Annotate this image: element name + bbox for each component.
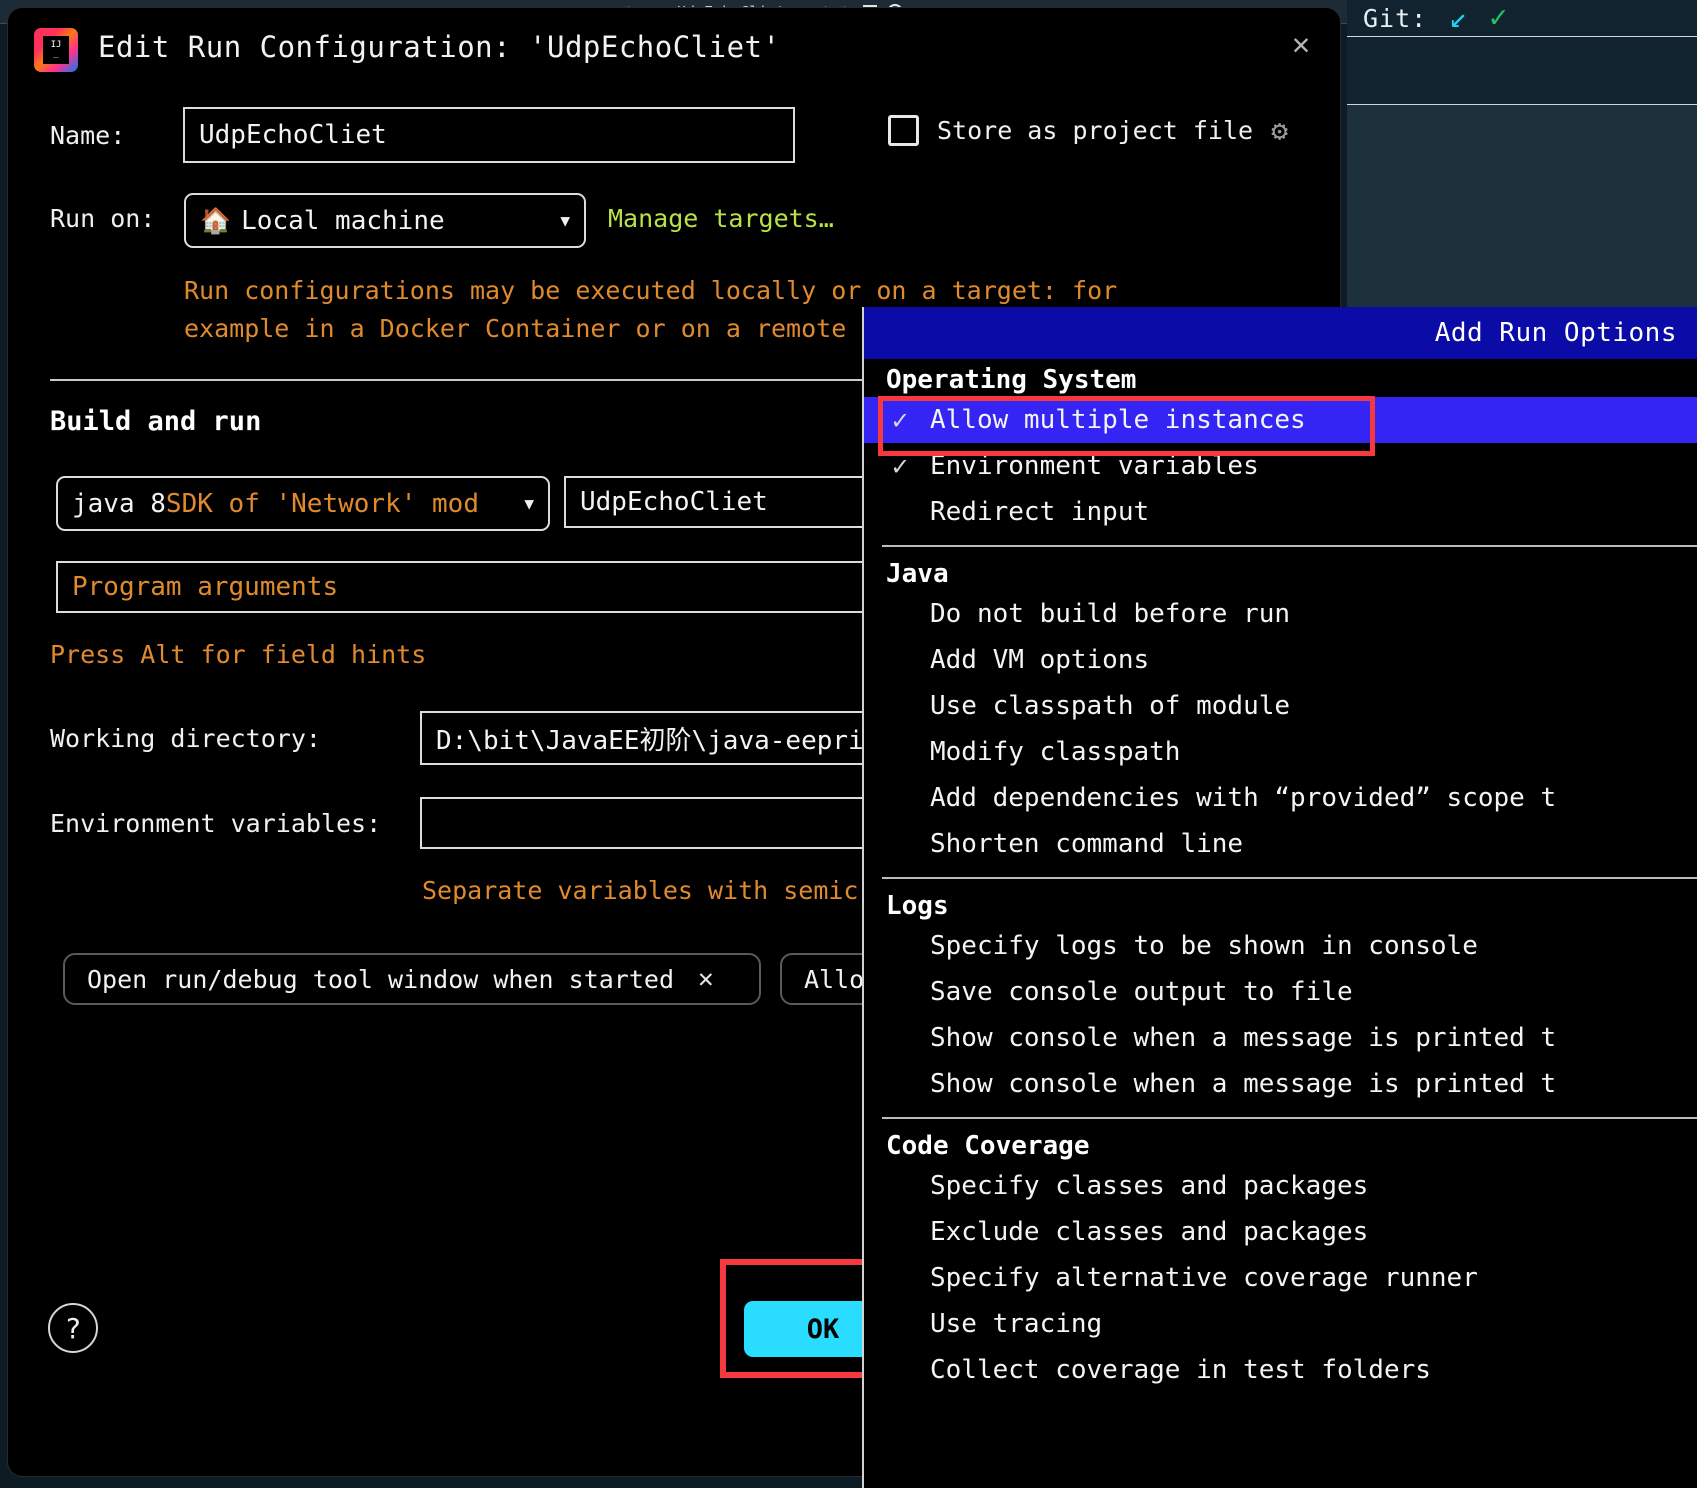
menu-item[interactable]: ✓ Modify classpath <box>864 729 1697 775</box>
menu-item-label: Specify logs to be shown in console <box>930 931 1478 961</box>
check-icon-placeholder: ✓ <box>886 497 914 528</box>
menu-item[interactable]: ✓ Redirect input <box>864 489 1697 535</box>
check-icon-placeholder: ✓ <box>886 691 914 722</box>
sdk-value-suffix: SDK of 'Network' mod <box>165 488 479 519</box>
menu-item[interactable]: ✓ Exclude classes and packages <box>864 1209 1697 1255</box>
git-status-bar: Git: ↙ ✓ <box>1347 0 1697 37</box>
add-run-options-menu: Add Run Options Operating System ✓ Allow m… <box>862 307 1697 1488</box>
alt-field-hints-text: Press Alt for field hints <box>50 640 427 669</box>
home-icon: 🏠 <box>200 205 232 235</box>
check-icon-placeholder: ✓ <box>886 1309 914 1340</box>
manage-targets-link[interactable]: Manage targets… <box>608 204 834 233</box>
run-config-description-line2: example in a Docker Container or on a re… <box>184 314 847 343</box>
menu-item[interactable]: ✓ Do not build before run <box>864 591 1697 637</box>
check-icon-placeholder: ✓ <box>886 1263 914 1294</box>
menu-group-title-operating-system: Operating System <box>886 365 1137 395</box>
help-button[interactable]: ? <box>48 1303 98 1353</box>
menu-item-label: Exclude classes and packages <box>930 1217 1369 1247</box>
run-on-label: Run on: <box>50 204 156 233</box>
build-and-run-section-title: Build and run <box>50 406 262 437</box>
add-run-options-menu-body: Operating System ✓ Allow multiple instance… <box>864 359 1697 1393</box>
menu-separator <box>882 1117 1697 1119</box>
allow-multiple-instances-highlight-annotation <box>878 396 1375 456</box>
menu-item[interactable]: ✓ Collect coverage in test folders <box>864 1347 1697 1393</box>
add-run-options-menu-header: Add Run Options <box>864 307 1697 359</box>
menu-group-title-logs: Logs <box>886 891 949 921</box>
environment-variables-label: Environment variables: <box>50 809 382 838</box>
check-icon-placeholder: ✓ <box>886 1171 914 1202</box>
intellij-idea-logo: IJ _ <box>34 28 78 72</box>
menu-item[interactable]: ✓ Show console when a message is printed … <box>864 1015 1697 1061</box>
run-on-dropdown[interactable]: 🏠 Local machine ▼ <box>184 193 586 248</box>
check-icon-placeholder: ✓ <box>886 1217 914 1248</box>
chevron-down-icon: ▼ <box>560 211 570 230</box>
close-icon[interactable]: ✕ <box>698 964 714 994</box>
check-icon-placeholder: ✓ <box>886 829 914 860</box>
menu-item-label: Show console when a message is printed t <box>930 1069 1557 1099</box>
menu-item[interactable]: ✓ Add VM options <box>864 637 1697 683</box>
menu-item-label: Redirect input <box>930 497 1150 527</box>
check-icon[interactable]: ✓ <box>1489 3 1507 33</box>
git-label: Git: <box>1363 3 1428 33</box>
menu-item[interactable]: ✓ Show console when a message is printed … <box>864 1061 1697 1107</box>
menu-item-label: Add VM options <box>930 645 1150 675</box>
menu-group-title-code-coverage: Code Coverage <box>886 1131 1090 1161</box>
menu-item[interactable]: ✓ Specify classes and packages <box>864 1163 1697 1209</box>
menu-item-label: Specify classes and packages <box>930 1171 1369 1201</box>
menu-item-label: Collect coverage in test folders <box>930 1355 1431 1385</box>
option-chip-label: Open run/debug tool window when started <box>87 964 674 994</box>
menu-item[interactable]: ✓ Add dependencies with “provided” scope … <box>864 775 1697 821</box>
store-as-project-file-row[interactable]: Store as project file ⚙ <box>888 115 1297 146</box>
menu-item[interactable]: ✓ Save console output to file <box>864 969 1697 1015</box>
check-icon-placeholder: ✓ <box>886 783 914 814</box>
ide-panel-upper <box>1347 37 1697 105</box>
check-icon-placeholder: ✓ <box>886 1069 914 1100</box>
run-config-description-line1: Run configurations may be executed local… <box>184 276 1118 305</box>
check-icon-placeholder: ✓ <box>886 977 914 1008</box>
close-icon[interactable]: ✕ <box>1292 30 1310 60</box>
dialog-title: Edit Run Configuration: 'UdpEchoCliet' <box>98 30 781 64</box>
name-input[interactable]: UdpEchoCliet <box>183 107 795 163</box>
store-as-project-file-label: Store as project file <box>937 116 1254 145</box>
menu-separator <box>882 877 1697 879</box>
check-icon-placeholder: ✓ <box>886 645 914 676</box>
chevron-down-icon-sdk: ▼ <box>524 494 534 513</box>
menu-item[interactable]: ✓ Use classpath of module <box>864 683 1697 729</box>
check-icon-placeholder: ✓ <box>886 1355 914 1386</box>
menu-item[interactable]: ✓ Specify logs to be shown in console <box>864 923 1697 969</box>
menu-item[interactable]: ✓ Shorten command line <box>864 821 1697 867</box>
menu-separator <box>882 545 1697 547</box>
working-directory-label: Working directory: <box>50 724 321 753</box>
menu-item-label: Shorten command line <box>930 829 1244 859</box>
name-label: Name: <box>50 121 126 150</box>
menu-item-label: Save console output to file <box>930 977 1353 1007</box>
sdk-dropdown[interactable]: java 8 SDK of 'Network' mod ▼ <box>56 476 550 531</box>
option-chip-open-run-debug-tool-window[interactable]: Open run/debug tool window when started … <box>63 953 761 1005</box>
separate-variables-hint: Separate variables with semic <box>422 876 859 905</box>
program-arguments-placeholder: Program arguments <box>72 572 339 602</box>
check-icon-placeholder: ✓ <box>886 599 914 630</box>
add-run-options-title: Add Run Options <box>1434 318 1677 348</box>
menu-group-title-java: Java <box>886 559 949 589</box>
menu-item[interactable]: ✓ Specify alternative coverage runner <box>864 1255 1697 1301</box>
menu-item-label: Specify alternative coverage runner <box>930 1263 1478 1293</box>
menu-item-label: Do not build before run <box>930 599 1291 629</box>
check-icon-placeholder: ✓ <box>886 931 914 962</box>
menu-item-label: Add dependencies with “provided” scope t <box>930 783 1557 813</box>
store-as-project-file-checkbox[interactable] <box>888 115 919 146</box>
check-icon-placeholder: ✓ <box>886 737 914 768</box>
screen-root: UdpEchoCliet Git: ↙ ✓ IJ_ Edit Run Confi… <box>0 0 1697 1488</box>
arrow-down-left-icon[interactable]: ↙ <box>1449 3 1467 33</box>
gear-icon[interactable]: ⚙ <box>1271 116 1297 144</box>
run-on-value: Local machine <box>241 205 445 236</box>
check-icon-placeholder: ✓ <box>886 1023 914 1054</box>
menu-item-label: Use tracing <box>930 1309 1103 1339</box>
menu-item[interactable]: ✓ Use tracing <box>864 1301 1697 1347</box>
menu-item-label: Modify classpath <box>930 737 1181 767</box>
sdk-value-prefix: java 8 <box>72 488 166 519</box>
option-chip-label-2: Allo <box>804 964 865 994</box>
menu-item-label: Show console when a message is printed t <box>930 1023 1557 1053</box>
menu-item-label: Use classpath of module <box>930 691 1291 721</box>
